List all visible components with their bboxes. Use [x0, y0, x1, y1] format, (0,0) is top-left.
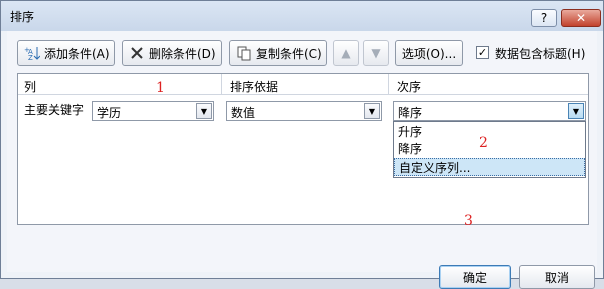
sort-grid: 列 排序依据 次序 主要关键字 学历 ▼ 数值 ▼ 降序 ▼ 升序 降序 自定义… — [17, 73, 589, 225]
order-select-value: 降序 — [398, 106, 423, 120]
order-option-ascending[interactable]: 升序 — [394, 123, 585, 141]
move-down-button[interactable]: ▼ — [363, 40, 389, 66]
annotation-1: 1 — [156, 80, 165, 96]
chevron-down-icon[interactable]: ▼ — [364, 103, 380, 119]
primary-key-label: 主要关键字 — [24, 103, 85, 117]
copy-icon — [236, 45, 252, 61]
delete-condition-button[interactable]: 删除条件(D) — [122, 40, 222, 66]
sort-on-select[interactable]: 数值 ▼ — [226, 101, 382, 121]
close-button[interactable]: ✕ — [561, 9, 601, 27]
delete-icon — [129, 45, 145, 61]
header-checkbox-label: 数据包含标题(H) — [495, 47, 586, 61]
column-select[interactable]: 学历 ▼ — [92, 101, 214, 121]
add-level-icon: + A Z — [24, 45, 40, 61]
options-button[interactable]: 选项(O)... — [395, 40, 463, 66]
order-option-descending[interactable]: 降序 — [394, 140, 585, 158]
delete-condition-label: 删除条件(D) — [149, 46, 216, 61]
copy-condition-label: 复制条件(C) — [256, 46, 322, 61]
copy-condition-button[interactable]: 复制条件(C) — [229, 40, 327, 66]
chevron-down-icon[interactable]: ▼ — [568, 103, 584, 119]
move-up-button[interactable]: ▲ — [333, 40, 359, 66]
header-divider — [221, 74, 222, 94]
header-separator — [18, 94, 588, 95]
sort-on-header: 排序依据 — [230, 80, 279, 94]
order-header: 次序 — [397, 80, 422, 94]
order-option-custom-list[interactable]: 自定义序列... — [394, 158, 585, 176]
ok-button[interactable]: 确定 — [439, 265, 511, 289]
column-header: 列 — [24, 80, 37, 94]
title-bar: 排序 ? ✕ — [1, 1, 603, 31]
dialog-body: + A Z 添加条件(A) 删除条件(D) 复制条件(C) ▲ ▼ 选项(O)...… — [7, 31, 597, 289]
order-select[interactable]: 降序 ▼ — [393, 101, 586, 121]
column-select-value: 学历 — [97, 106, 122, 120]
header-divider — [388, 74, 389, 94]
svg-text:Z: Z — [28, 54, 33, 61]
add-condition-label: 添加条件(A) — [44, 46, 110, 61]
help-button[interactable]: ? — [531, 9, 557, 27]
chevron-down-icon[interactable]: ▼ — [196, 103, 212, 119]
annotation-2: 2 — [479, 135, 488, 151]
order-dropdown-list: 升序 降序 自定义序列... — [393, 121, 586, 178]
sort-on-select-value: 数值 — [231, 106, 256, 120]
annotation-3: 3 — [464, 213, 473, 229]
sort-dialog: 排序 ? ✕ + A Z 添加条件(A) 删除条件(D) 复制条件(C) ▲ ▼ 选… — [0, 0, 604, 289]
header-checkbox[interactable]: ✓ — [476, 46, 489, 59]
dialog-title: 排序 — [10, 10, 35, 24]
cancel-button[interactable]: 取消 — [519, 265, 595, 289]
add-condition-button[interactable]: + A Z 添加条件(A) — [17, 40, 115, 66]
